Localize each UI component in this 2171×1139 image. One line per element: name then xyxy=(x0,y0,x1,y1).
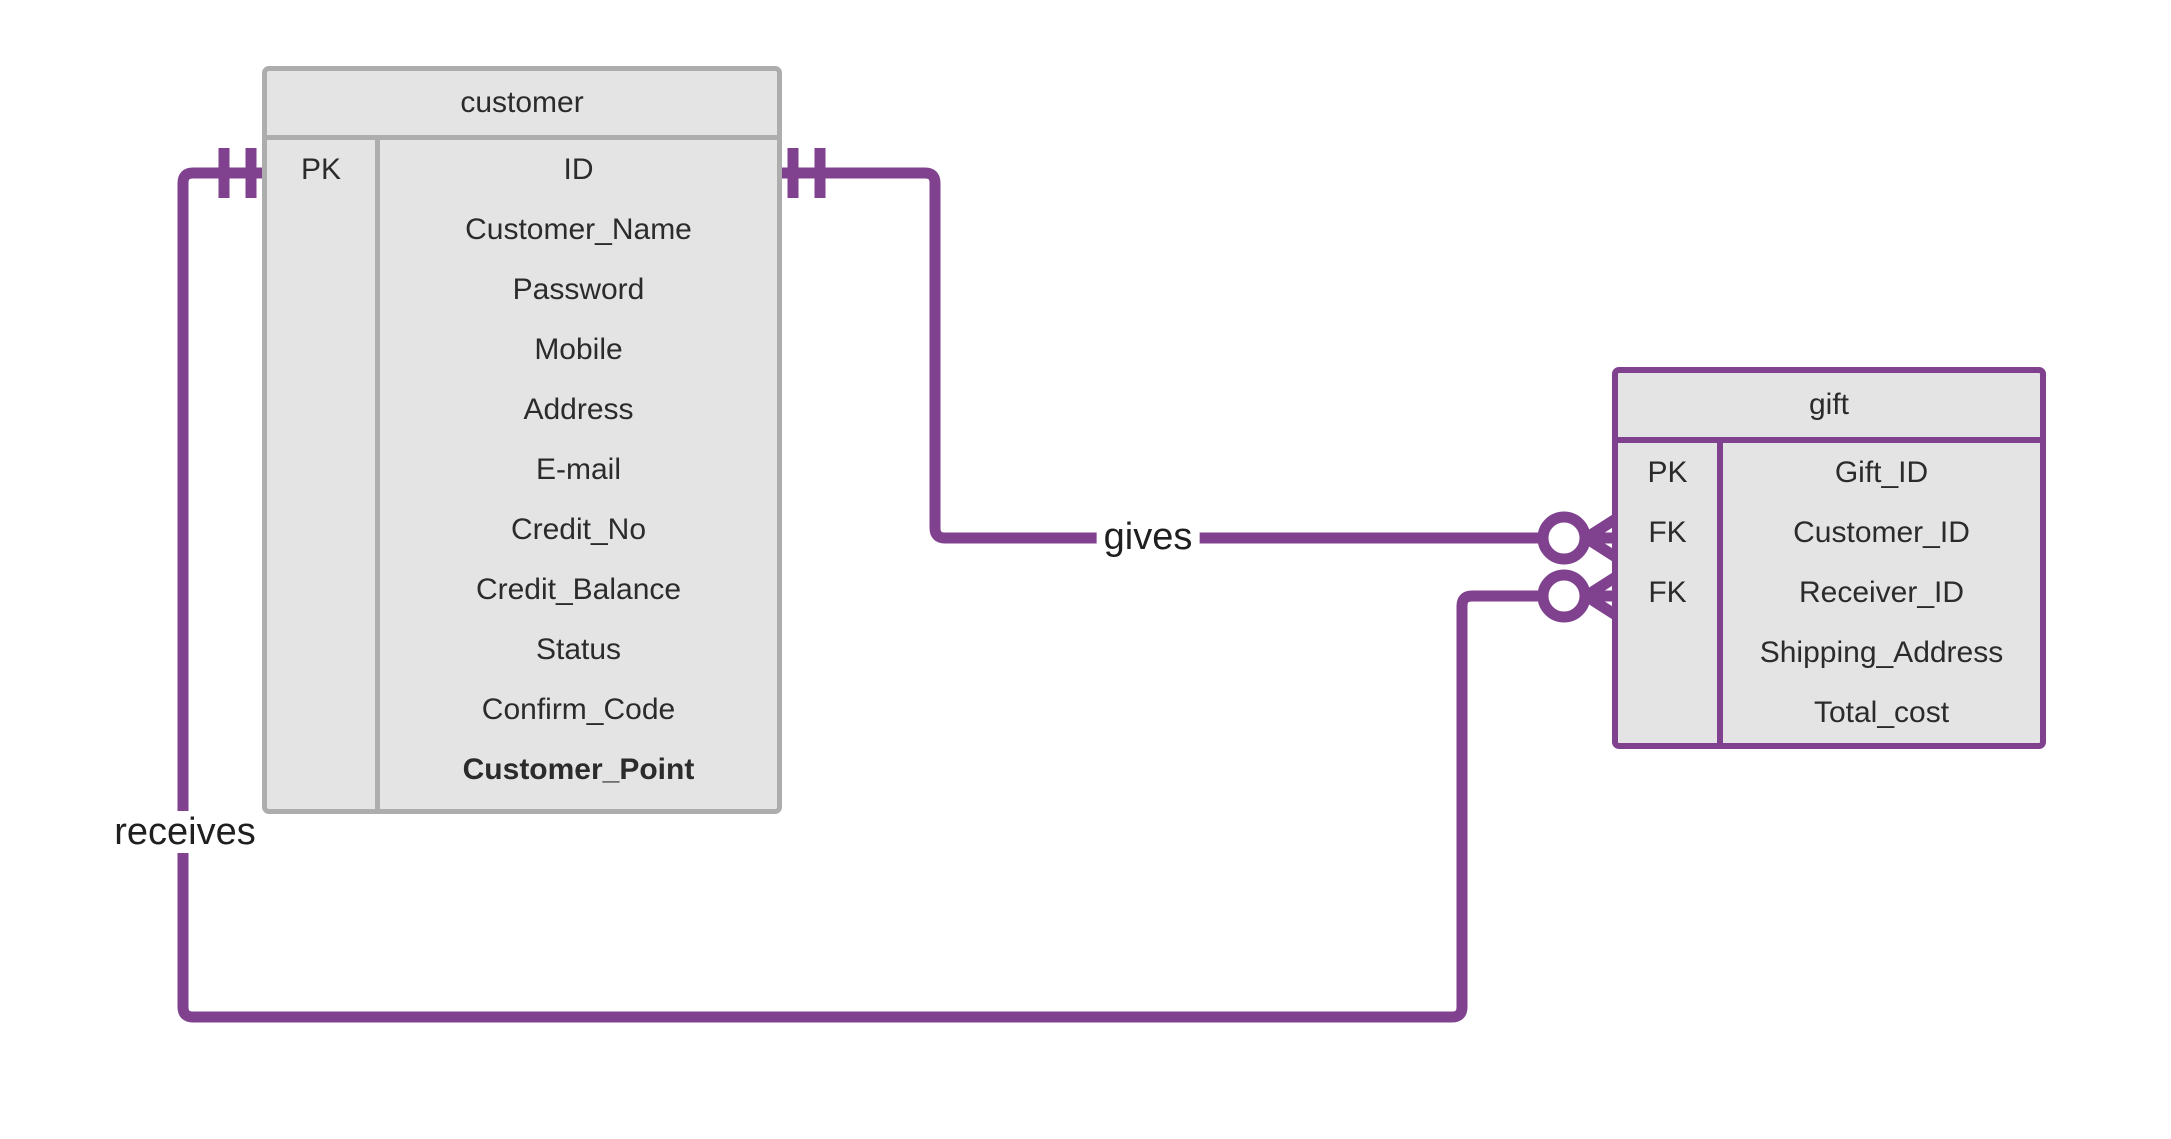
key-cell: FK xyxy=(1648,576,1687,609)
attribute-cell: Password xyxy=(512,273,645,306)
entity-customer-body: PK ID Customer_Name Password Mobile Addr… xyxy=(267,140,777,809)
attribute-cell: Address xyxy=(523,393,634,426)
attribute-cell: Customer_ID xyxy=(1793,516,1970,549)
gives-connector-line xyxy=(782,167,1543,544)
cardinality-one-and-only-one-left xyxy=(218,148,257,198)
key-cell: PK xyxy=(1647,456,1688,489)
entity-customer-key-column: PK xyxy=(267,140,380,809)
attribute-cell: E-mail xyxy=(535,453,621,486)
attribute-cell: Customer_Name xyxy=(465,213,692,246)
entity-gift[interactable]: gift PK FK FK Gift_ID Customer_ID Receiv… xyxy=(1612,367,2046,749)
attribute-cell: ID xyxy=(563,153,594,186)
entity-gift-title: gift xyxy=(1618,373,2040,443)
entity-customer[interactable]: customer PK ID Customer_Name Password Mo… xyxy=(262,66,782,814)
key-cell: PK xyxy=(300,153,342,186)
entity-gift-attribute-column: Gift_ID Customer_ID Receiver_ID Shipping… xyxy=(1723,443,2040,743)
key-cell: FK xyxy=(1648,516,1687,549)
attribute-cell: Credit_No xyxy=(510,513,647,546)
attribute-cell: Receiver_ID xyxy=(1798,576,1965,609)
entity-gift-body: PK FK FK Gift_ID Customer_ID Receiver_ID… xyxy=(1618,443,2040,743)
attribute-cell: Customer_Point xyxy=(462,753,695,786)
relationship-label-receives[interactable]: receives xyxy=(107,811,263,853)
attribute-cell: Status xyxy=(535,633,622,666)
entity-customer-attribute-column: ID Customer_Name Password Mobile Address… xyxy=(380,140,777,809)
attribute-cell: Confirm_Code xyxy=(481,693,676,726)
cardinality-one-and-only-one-right xyxy=(787,148,826,198)
attribute-cell: Mobile xyxy=(534,333,623,366)
entity-customer-title: customer xyxy=(267,71,777,140)
attribute-cell: Total_cost xyxy=(1813,696,1950,729)
attribute-cell: Credit_Balance xyxy=(475,573,682,606)
attribute-cell: Gift_ID xyxy=(1834,456,1929,489)
relationship-label-gives[interactable]: gives xyxy=(1096,516,1200,558)
entity-gift-key-column: PK FK FK xyxy=(1618,443,1723,743)
er-diagram-canvas: customer PK ID Customer_Name Password Mo… xyxy=(0,0,2171,1139)
attribute-cell: Shipping_Address xyxy=(1759,636,2004,669)
